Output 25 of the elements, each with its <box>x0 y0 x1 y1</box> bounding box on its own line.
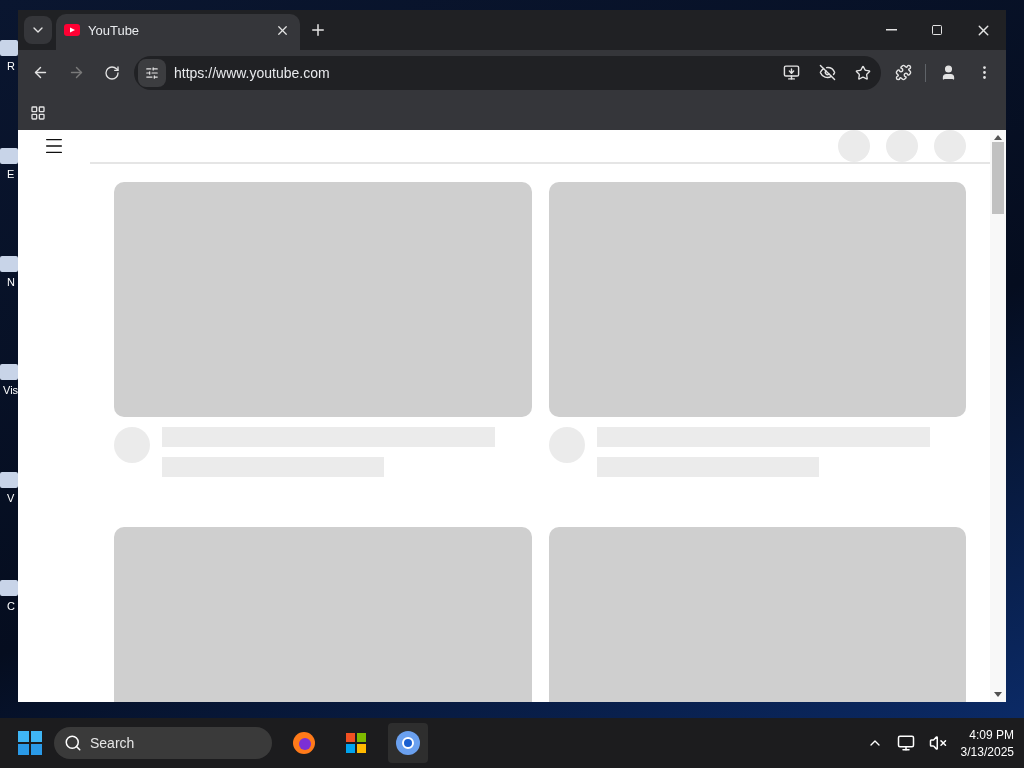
desktop-icon-label: R <box>6 60 15 72</box>
tab-search-button[interactable] <box>24 16 52 44</box>
reload-icon <box>104 64 120 81</box>
search-icon <box>64 734 82 752</box>
plus-icon <box>309 21 327 39</box>
desktop-icon-label: V <box>6 492 15 504</box>
network-icon[interactable] <box>896 734 915 752</box>
volume-muted-icon[interactable] <box>928 734 947 752</box>
desktop-icon-label: Vis <box>2 384 19 396</box>
taskbar-search-field[interactable]: Search <box>54 727 272 759</box>
chrome-app-icon[interactable] <box>388 723 428 763</box>
date-text: 3/13/2025 <box>960 744 1014 759</box>
desktop-icon-label: E <box>6 168 15 180</box>
clock[interactable]: 4:09 PM 3/13/2025 <box>960 727 1014 759</box>
play-logo-icon <box>64 24 80 36</box>
start-icon[interactable] <box>18 731 42 755</box>
desktop-icon-label: C <box>6 600 15 612</box>
url-text: https://www.youtube.com <box>174 64 331 81</box>
maximize-icon <box>931 24 943 36</box>
tab-title: YouTube <box>88 22 141 38</box>
time-text: 4:09 PM <box>969 727 1014 742</box>
minimize-icon <box>885 29 897 31</box>
desktop-icon-label: N <box>6 276 15 288</box>
site-settings-icon[interactable] <box>138 58 166 87</box>
address-bar[interactable]: https://www.youtube.com <box>134 55 881 90</box>
